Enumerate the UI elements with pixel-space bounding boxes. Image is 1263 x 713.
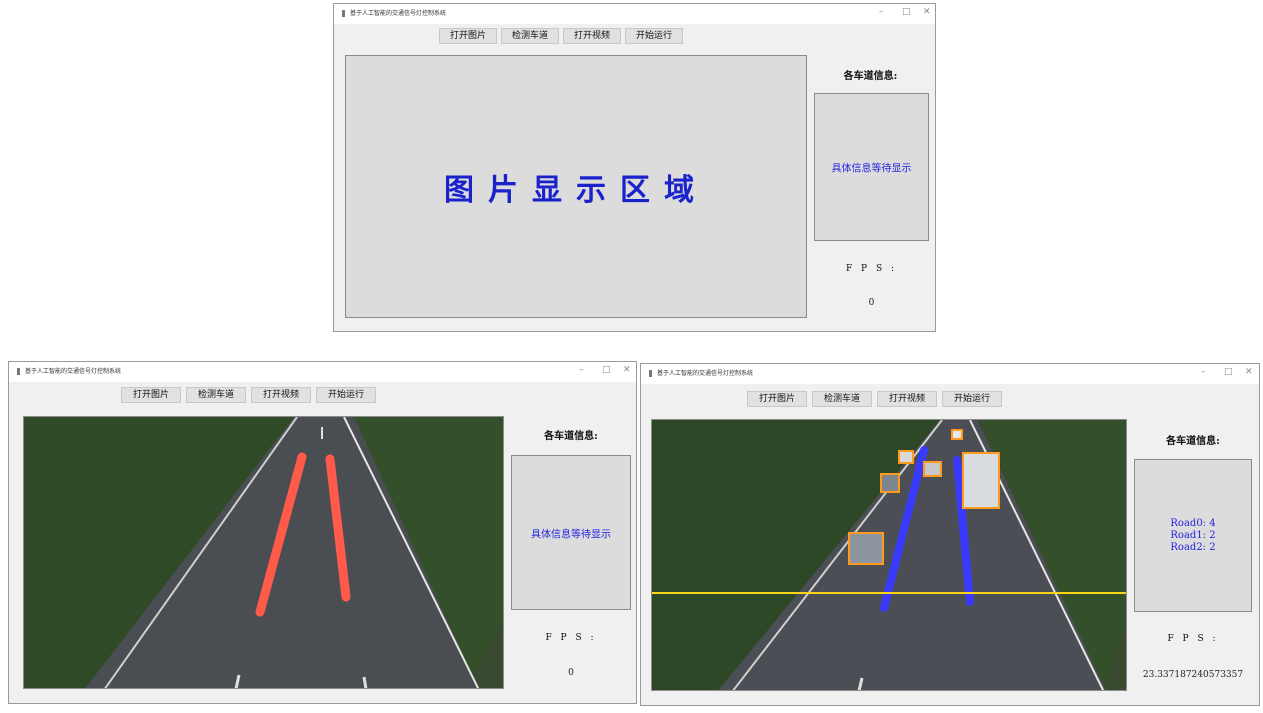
open-video-button[interactable]: 打开视频 <box>877 391 937 407</box>
road-count-list: Road0: 4 Road1: 2 Road2: 2 <box>1135 518 1251 554</box>
fps-label: F P S : <box>1167 634 1219 644</box>
maximize-icon[interactable]: □ <box>1224 367 1233 377</box>
lane-info-title: 各车道信息: <box>544 431 598 442</box>
vehicle-bbox-car-1 <box>848 532 884 565</box>
vehicle-bbox-car-3 <box>923 461 942 477</box>
vehicle-bbox-bus <box>962 452 1000 509</box>
vehicle-bbox-car-5 <box>951 429 963 440</box>
display-placeholder-text: 图片显示区域 <box>444 172 708 208</box>
road-count-1: Road1: 2 <box>1170 529 1216 541</box>
maximize-icon[interactable]: □ <box>902 7 911 17</box>
app-icon <box>17 368 20 375</box>
start-run-button[interactable]: 开始运行 <box>942 391 1002 407</box>
info-placeholder-text: 具体信息等待显示 <box>831 163 912 175</box>
open-video-button[interactable]: 打开视频 <box>251 387 311 403</box>
start-run-button[interactable]: 开始运行 <box>625 28 683 44</box>
minimize-icon[interactable]: – <box>579 365 584 375</box>
open-image-button[interactable]: 打开图片 <box>121 387 181 403</box>
road-count-2: Road2: 2 <box>1170 541 1216 553</box>
open-image-button[interactable]: 打开图片 <box>747 391 807 407</box>
detect-lanes-button[interactable]: 检测车道 <box>812 391 872 407</box>
fps-label: F P S : <box>845 264 898 274</box>
start-run-button[interactable]: 开始运行 <box>316 387 376 403</box>
close-icon[interactable]: ✕ <box>923 7 931 17</box>
minimize-icon[interactable]: – <box>879 7 884 17</box>
road-count-0: Road0: 4 <box>1170 517 1216 529</box>
vehicle-bbox-car-2 <box>880 473 900 493</box>
app-window-running: 基于人工智能的交通信号灯控制系统 – □ ✕ 打开图片 检测车道 打开视频 开始… <box>640 363 1260 706</box>
title-bar: 基于人工智能的交通信号灯控制系统 – □ ✕ <box>9 362 636 382</box>
detect-lanes-button[interactable]: 检测车道 <box>186 387 246 403</box>
lane-info-box: 具体信息等待显示 <box>511 455 631 610</box>
open-image-button[interactable]: 打开图片 <box>439 28 497 44</box>
app-icon <box>649 370 652 377</box>
vehicle-bbox-car-4 <box>898 450 914 464</box>
title-bar: 基于人工智能的交通信号灯控制系统 – □ ✕ <box>641 364 1259 384</box>
fps-value: 0 <box>568 668 574 678</box>
center-dash-3 <box>362 676 368 688</box>
lane-info-box: 具体信息等待显示 <box>814 93 929 241</box>
app-window-initial: 基于人工智能的交通信号灯控制系统 – □ ✕ 打开图片 检测车道 打开视频 开始… <box>333 3 936 332</box>
window-title: 基于人工智能的交通信号灯控制系统 <box>25 368 122 375</box>
fps-value: 23.337187240573357 <box>1142 670 1244 680</box>
road-scene <box>24 417 503 688</box>
detect-lanes-button[interactable]: 检测车道 <box>501 28 559 44</box>
minimize-icon[interactable]: – <box>1201 367 1206 377</box>
open-video-button[interactable]: 打开视频 <box>563 28 621 44</box>
image-display-area <box>23 416 504 689</box>
fps-value: 0 <box>868 298 875 308</box>
lane-info-title: 各车道信息: <box>1166 436 1220 447</box>
window-title: 基于人工智能的交通信号灯控制系统 <box>350 10 447 17</box>
lane-info-box: Road0: 4 Road1: 2 Road2: 2 <box>1134 459 1252 612</box>
image-display-area <box>651 419 1127 691</box>
image-display-area: 图片显示区域 <box>345 55 807 318</box>
fps-label: F P S : <box>545 633 597 643</box>
info-placeholder-text: 具体信息等待显示 <box>531 529 611 540</box>
close-icon[interactable]: ✕ <box>623 365 631 375</box>
maximize-icon[interactable]: □ <box>602 365 611 375</box>
app-icon <box>342 10 345 17</box>
close-icon[interactable]: ✕ <box>1245 367 1253 377</box>
window-title: 基于人工智能的交通信号灯控制系统 <box>657 370 754 377</box>
lane-info-title: 各车道信息: <box>843 71 898 82</box>
title-bar: 基于人工智能的交通信号灯控制系统 – □ ✕ <box>334 4 935 24</box>
video-frame <box>652 420 1126 690</box>
app-window-lane-detection: 基于人工智能的交通信号灯控制系统 – □ ✕ 打开图片 检测车道 打开视频 开始… <box>8 361 637 704</box>
